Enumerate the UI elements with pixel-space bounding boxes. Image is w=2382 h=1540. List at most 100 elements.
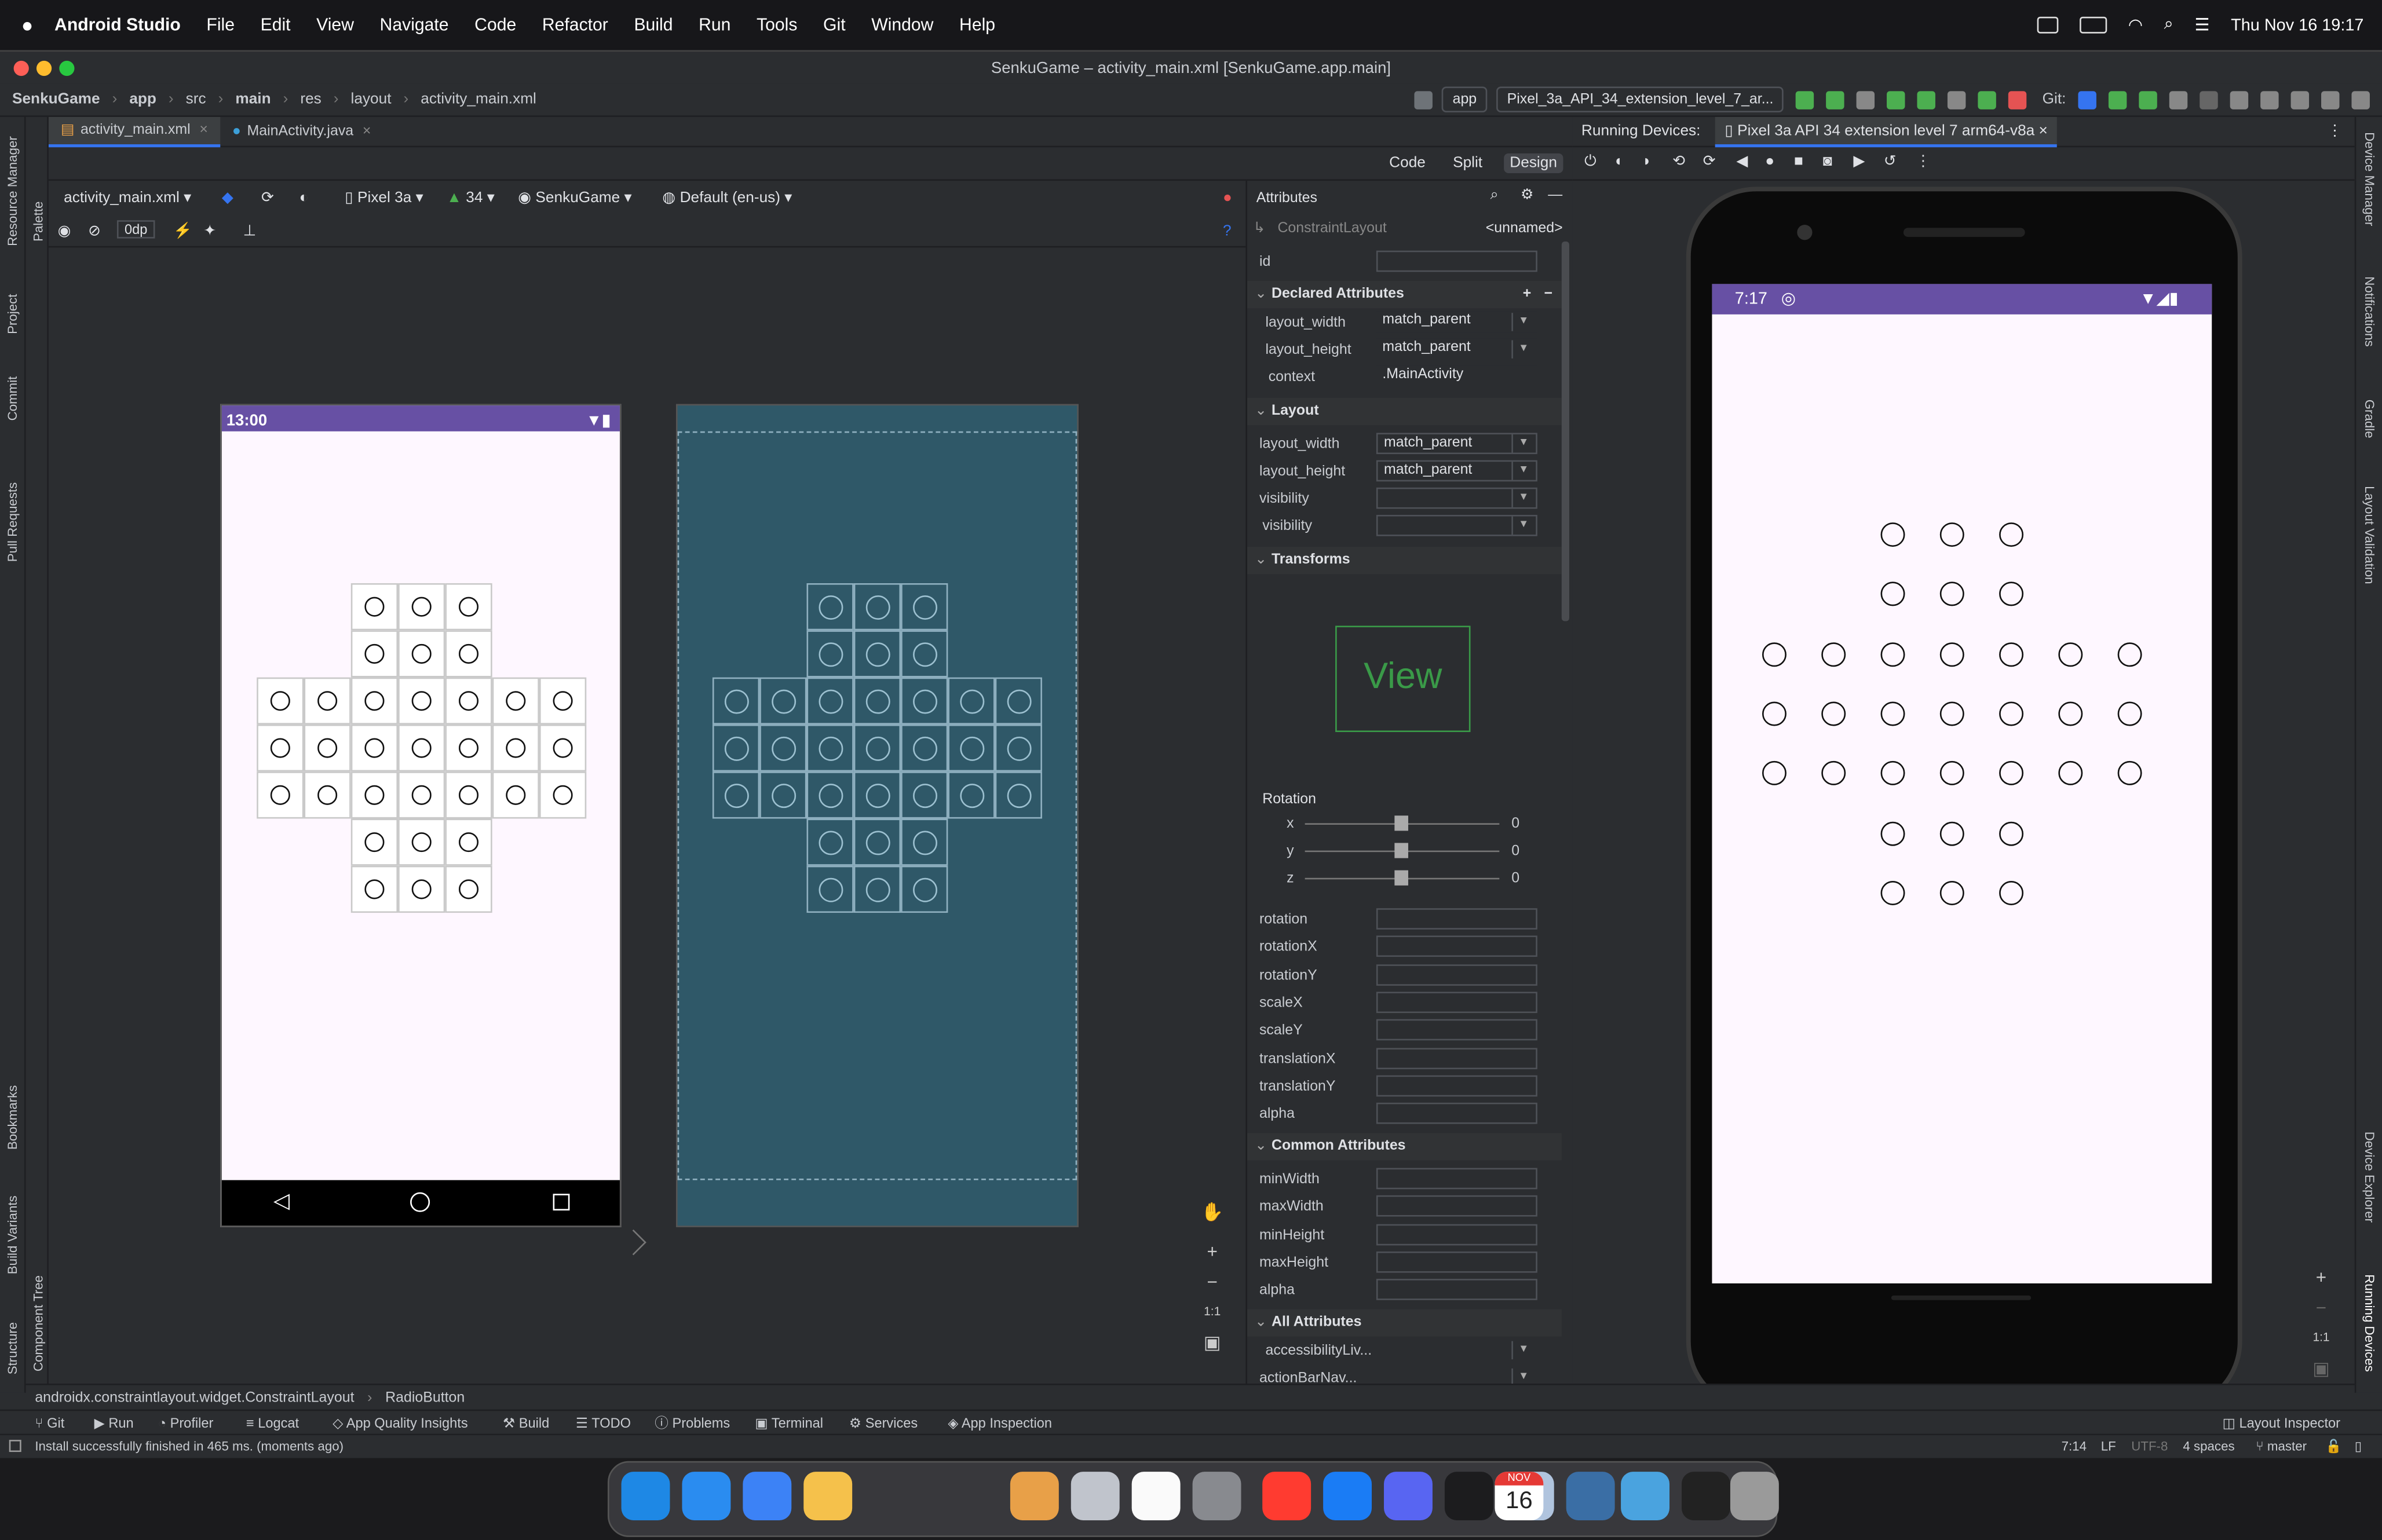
device-radio-button[interactable] [1939, 522, 1964, 547]
control-center-icon[interactable]: ☰ [2195, 15, 2210, 35]
night-mode-icon[interactable]: ◐ [299, 190, 309, 207]
apply-changes-icon[interactable] [1826, 90, 1845, 109]
status-message[interactable]: Install successfully finished in 465 ms.… [35, 1435, 344, 1458]
radio-button-cell[interactable] [806, 677, 854, 725]
device-radio-button[interactable] [1939, 642, 1964, 667]
tool-app-inspection[interactable]: ◈ App Inspection [948, 1411, 1052, 1437]
radio-button-cell[interactable] [853, 771, 901, 819]
locale-select[interactable]: ◍ Default (en-us) ▾ [662, 190, 792, 207]
tool-logcat[interactable]: ≡ Logcat [246, 1411, 299, 1437]
radio-button-cell[interactable] [398, 771, 445, 819]
attr-value[interactable] [1376, 1223, 1537, 1245]
rotate-left-icon[interactable]: ⟲ [1672, 153, 1685, 170]
menu-help[interactable]: Help [959, 16, 995, 34]
radio-button-cell[interactable] [806, 818, 854, 866]
menu-tools[interactable]: Tools [757, 16, 797, 34]
radio-button-cell[interactable] [257, 677, 304, 725]
infer-constraints-icon[interactable]: ✦ [203, 223, 216, 240]
id-field[interactable] [1376, 250, 1537, 272]
screenshot-icon[interactable]: ◙ [1823, 153, 1832, 170]
dock-app-icon[interactable] [743, 1472, 792, 1521]
eye-icon[interactable]: ◉ [58, 223, 71, 240]
radio-button-cell[interactable] [901, 724, 948, 772]
git-update-icon[interactable] [2078, 90, 2096, 109]
layout-header[interactable]: ⌄ Layout [1247, 398, 1562, 426]
close-icon[interactable]: × [363, 123, 371, 140]
default-margin-field[interactable]: 0dp [116, 220, 155, 239]
dock-app-icon[interactable] [1071, 1472, 1120, 1521]
tool-todo[interactable]: ☰ TODO [576, 1411, 631, 1437]
dock-app-icon[interactable] [1384, 1472, 1433, 1521]
tool-component-tree[interactable]: Component Tree [30, 1275, 45, 1371]
design-preview[interactable]: 13:00 ▼▮ ◁ [220, 404, 622, 1227]
device-radio-button[interactable] [1762, 642, 1787, 667]
radio-button-cell[interactable] [853, 630, 901, 678]
hammer-icon[interactable] [1415, 90, 1433, 109]
radio-button-cell[interactable] [398, 677, 445, 725]
zoom-fit-icon[interactable]: ▣ [1200, 1330, 1225, 1355]
transforms-header[interactable]: ⌄ Transforms [1247, 547, 1562, 575]
tool-commit[interactable]: Commit [5, 376, 20, 421]
calendar-icon[interactable]: NOV 16 [1495, 1472, 1544, 1521]
attr-value[interactable] [1376, 1168, 1537, 1190]
run-icon[interactable] [1796, 90, 1815, 109]
device-radio-button[interactable] [1880, 701, 1905, 726]
tool-running-devices[interactable]: Running Devices [2362, 1274, 2377, 1372]
dropdown-icon[interactable]: ▼ [1511, 462, 1534, 480]
device-select[interactable]: ▯ Pixel 3a ▾ [345, 190, 423, 207]
device-radio-button[interactable] [2117, 701, 2142, 726]
magnet-icon[interactable]: ⊘ [88, 223, 101, 240]
dropdown-icon[interactable]: ▼ [1511, 516, 1534, 535]
radio-button-cell[interactable] [445, 818, 492, 866]
radio-button-cell[interactable] [853, 724, 901, 772]
device-radio-button[interactable] [1880, 761, 1905, 786]
attr-value[interactable] [1376, 936, 1537, 957]
tool-structure[interactable]: Structure [5, 1322, 20, 1374]
radio-button-cell[interactable] [948, 771, 995, 819]
tool-layout-validation[interactable]: Layout Validation [2362, 486, 2377, 584]
scrollbar[interactable] [1561, 241, 1569, 621]
tool-device-explorer[interactable]: Device Explorer [2362, 1132, 2377, 1223]
dock-app-icon[interactable] [1566, 1472, 1615, 1521]
device-radio-button[interactable] [1880, 522, 1905, 547]
radio-button-cell[interactable] [901, 818, 948, 866]
theme-select[interactable]: ◉ SenkuGame ▾ [518, 190, 631, 207]
tool-resource-manager[interactable]: Resource Manager [5, 136, 20, 246]
apple-icon[interactable]: ● [21, 14, 34, 36]
zoom-fit-icon[interactable]: ▣ [2309, 1356, 2333, 1381]
radio-button-cell[interactable] [445, 724, 492, 772]
crumb-constraintlayout[interactable]: androidx.constraintlayout.widget.Constra… [35, 1389, 354, 1406]
tool-device-manager[interactable]: Device Manager [2362, 132, 2377, 226]
radio-button-cell[interactable] [806, 724, 854, 772]
device-mirror-icon[interactable] [2230, 90, 2249, 109]
radio-button-cell[interactable] [806, 630, 854, 678]
profile-icon[interactable] [1917, 90, 1937, 109]
stop-icon[interactable] [2008, 90, 2027, 109]
dock-app-icon[interactable] [1681, 1472, 1730, 1521]
breadcrumb-file[interactable]: activity_main.xml [421, 91, 536, 108]
breadcrumb-main[interactable]: main [235, 91, 271, 108]
add-icon[interactable]: + [1523, 281, 1532, 308]
debug-icon[interactable] [1887, 90, 1906, 109]
file-encoding[interactable]: UTF-8 [2131, 1435, 2168, 1458]
device-radio-button[interactable] [2058, 761, 2083, 786]
git-commit-icon[interactable] [2108, 90, 2127, 109]
tool-git[interactable]: ⑂ Git [35, 1411, 64, 1437]
tab-activity-main[interactable]: ▤ activity_main.xml × [48, 116, 220, 147]
zoom-in-button[interactable]: + [2309, 1265, 2333, 1289]
breadcrumb-project[interactable]: SenkuGame [12, 91, 100, 108]
wifi-icon[interactable]: ◠ [2128, 15, 2143, 35]
dropdown-icon[interactable]: ▼ [1511, 489, 1534, 507]
menu-run[interactable]: Run [699, 16, 730, 34]
dock-app-icon[interactable] [1730, 1472, 1779, 1521]
radio-button-cell[interactable] [712, 677, 760, 725]
mode-design[interactable]: Design [1503, 153, 1563, 173]
radio-button-cell[interactable] [350, 583, 399, 631]
radio-button-cell[interactable] [712, 724, 760, 772]
menu-code[interactable]: Code [474, 16, 516, 34]
back-icon[interactable]: ◀ [1736, 153, 1748, 170]
tool-services[interactable]: ⚙ Services [849, 1411, 918, 1437]
rollback-icon[interactable] [2200, 90, 2218, 109]
device-select[interactable]: Pixel_3a_API_34_extension_level_7_ar... [1496, 86, 1784, 113]
device-radio-button[interactable] [1880, 642, 1905, 667]
